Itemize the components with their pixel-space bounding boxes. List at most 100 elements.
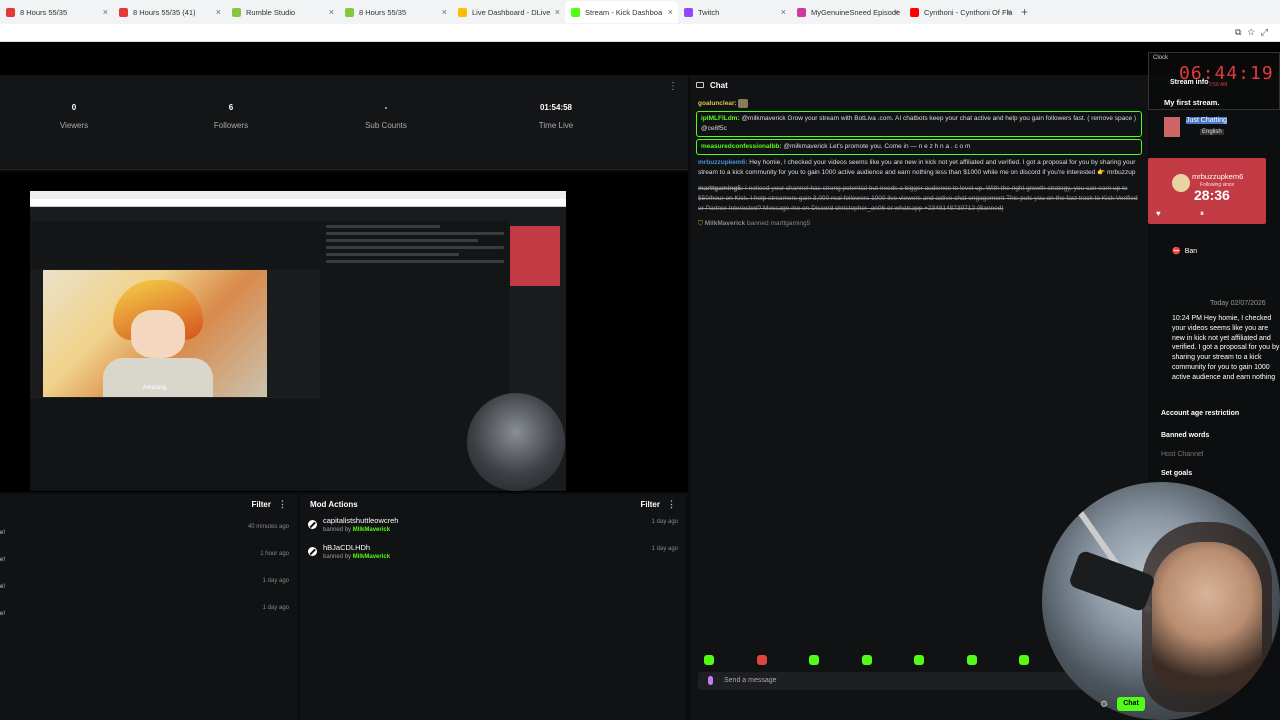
menu-set-goals[interactable]: Set goals [1161, 470, 1192, 477]
stream-title[interactable]: My first stream. [1160, 98, 1270, 107]
truncated-text: e! [0, 530, 6, 536]
alert-card: mrbuzzupkem6 Following since 28:36 ♥ ⏸ [1148, 158, 1266, 224]
emote-icon[interactable] [809, 655, 819, 665]
emote-icon[interactable] [861, 655, 872, 665]
menu-host-channel[interactable]: Host Channel [1161, 451, 1203, 458]
mod-action-row: capitalistshuttleowcreh banned by MilkMa… [300, 514, 686, 541]
chat-username[interactable]: measuredconfessionalbb: [701, 143, 782, 150]
browser-tab[interactable]: 8 Hours 55/35 × [339, 1, 452, 23]
new-tab-button[interactable]: + [1021, 5, 1028, 19]
chat-message: ipIMLFILdm: @milkmaverick Grow your stre… [696, 111, 1142, 138]
ban-date: Today 02/07/2026 [1210, 300, 1266, 307]
chat-text: @milkmaverick Let's promote you. Come in… [783, 143, 971, 151]
close-icon[interactable]: × [216, 7, 221, 17]
browser-tab[interactable]: 8 Hours 55/35 (41) × [113, 1, 226, 23]
preview-bottom-panels [30, 397, 320, 491]
tab-title: Rumble Studio [246, 7, 296, 17]
more-options-icon[interactable]: ⋮ [278, 499, 287, 510]
truncated-text: e! [0, 611, 6, 617]
timestamp: 1 day ago [651, 519, 678, 525]
close-icon[interactable]: × [668, 7, 673, 17]
more-options-icon[interactable]: ⋮ [668, 81, 678, 92]
timestamp: 40 minutes ago [247, 524, 289, 530]
chat-username[interactable]: goalunclear: [698, 100, 737, 107]
tab-favicon-icon [910, 7, 919, 17]
alert-timer: 28:36 [1194, 187, 1230, 203]
emote-icon[interactable] [1019, 655, 1029, 665]
more-options-icon[interactable]: ⋮ [667, 499, 676, 510]
filter-button[interactable]: Filter [251, 500, 271, 509]
close-icon[interactable]: × [1007, 7, 1012, 17]
ban-message: 10:24 PM Hey homie, I checked your video… [1172, 314, 1280, 384]
chat-text: I noticed your channel has strong potent… [698, 185, 1138, 213]
chat-username[interactable]: mrbuzzupkem6: [698, 159, 747, 166]
moderator-name[interactable]: MilkMaverick [353, 527, 390, 533]
clock-title: Clock [1153, 55, 1169, 61]
close-icon[interactable]: × [103, 7, 108, 17]
menu-banned-words[interactable]: Banned words [1161, 432, 1209, 439]
chat-username[interactable]: ipIMLFILdm: [701, 115, 740, 122]
settings-gear-icon[interactable]: ⚙ [1100, 699, 1108, 710]
banned-by-prefix: banned by [323, 527, 352, 533]
ban-message-text: Hey homie, I checked your videos seems l… [1172, 315, 1280, 384]
browser-tab[interactable]: Twitch × [678, 1, 791, 23]
browser-toolbar-icons[interactable]: ⧉☆⤢ [1235, 27, 1274, 38]
emote-icon[interactable] [704, 655, 714, 665]
tab-title: Twitch [698, 7, 720, 17]
filter-button[interactable]: Filter [640, 500, 660, 509]
banned-by-prefix: banned by [323, 554, 352, 560]
banned-username[interactable]: hBJaCDLHDh [323, 541, 686, 552]
mod-actions-panel: Mod Actions Filter ⋮ capitalistshuttleow… [300, 494, 686, 720]
emote-icon[interactable] [966, 655, 977, 665]
browser-tab-active[interactable]: Stream - Kick Dashboa × [565, 1, 678, 23]
browser-tab[interactable]: Live Dashboard - DLive × [452, 1, 565, 23]
emote-icon[interactable] [914, 655, 924, 665]
close-icon[interactable]: × [442, 7, 447, 17]
tab-title: Stream - Kick Dashboa [585, 7, 663, 17]
close-icon[interactable]: × [894, 7, 899, 17]
tab-title: 8 Hours 55/35 [20, 7, 68, 17]
preview-chat-line [326, 253, 459, 256]
browser-tab[interactable]: MyGenuineSneed Episode × [791, 1, 904, 23]
preview-video: Amazing. [30, 191, 566, 491]
timestamp: 1 day ago [262, 605, 289, 611]
preview-chat-line [326, 260, 504, 263]
menu-account-age-restriction[interactable]: Account age restriction [1161, 410, 1239, 417]
stats-bar: 0 Viewers 6 Followers - Sub Counts 01:54… [0, 75, 688, 170]
close-icon[interactable]: × [329, 7, 334, 17]
browser-tab[interactable]: Rumble Studio × [226, 1, 339, 23]
preview-chat-line [326, 246, 504, 249]
close-icon[interactable]: × [781, 7, 786, 17]
tab-favicon-icon [6, 7, 15, 17]
browser-tab[interactable]: 8 Hours 55/35 × [0, 1, 113, 23]
timestamp: 1 hour ago [260, 551, 289, 557]
chat-message: measuredconfessionalbb: @milkmaverick Le… [696, 139, 1142, 156]
stat-sub-counts: - Sub Counts [336, 103, 436, 130]
tab-favicon-icon [458, 7, 467, 17]
stream-preview[interactable]: Amazing. [0, 172, 688, 492]
send-chat-button[interactable]: Chat [1117, 697, 1145, 711]
chat-username[interactable]: marttgaming5: [698, 185, 743, 192]
stream-category[interactable]: Just Chatting [1186, 117, 1227, 124]
chat-username[interactable]: MilkMaverick [705, 220, 745, 227]
ban-panel-header: ⛔ Ban [1172, 247, 1197, 255]
chat-message: goalunclear: [690, 99, 1148, 109]
preview-subtitle: Amazing. [142, 385, 168, 391]
banned-username[interactable]: capitalistshuttleowcreh [323, 514, 686, 525]
moderator-name[interactable]: MilkMaverick [353, 554, 390, 560]
browser-tab[interactable]: Cynthoni - Cynthoni Of Fla × [904, 1, 1017, 23]
close-icon[interactable]: × [555, 7, 560, 17]
tab-title: 8 Hours 55/35 (41) [133, 7, 196, 17]
list-item: e! 40 minutes ago [0, 514, 297, 541]
stat-label: Viewers [59, 121, 89, 130]
stat-viewers: 0 Viewers [24, 103, 124, 130]
address-bar[interactable]: ⧉☆⤢ [0, 24, 1280, 42]
mod-action-row: hBJaCDLHDh banned by MilkMaverick 1 day … [300, 541, 686, 568]
tab-title: Cynthoni - Cynthoni Of Fla [924, 7, 1013, 17]
tab-title: 8 Hours 55/35 [359, 7, 407, 17]
ban-message-time: 10:24 PM [1172, 315, 1202, 322]
emote-icon[interactable] [756, 655, 767, 665]
mic-icon[interactable] [708, 676, 713, 685]
banned-by: banned by MilkMaverick [323, 554, 686, 560]
preview-urlbar [30, 199, 566, 207]
